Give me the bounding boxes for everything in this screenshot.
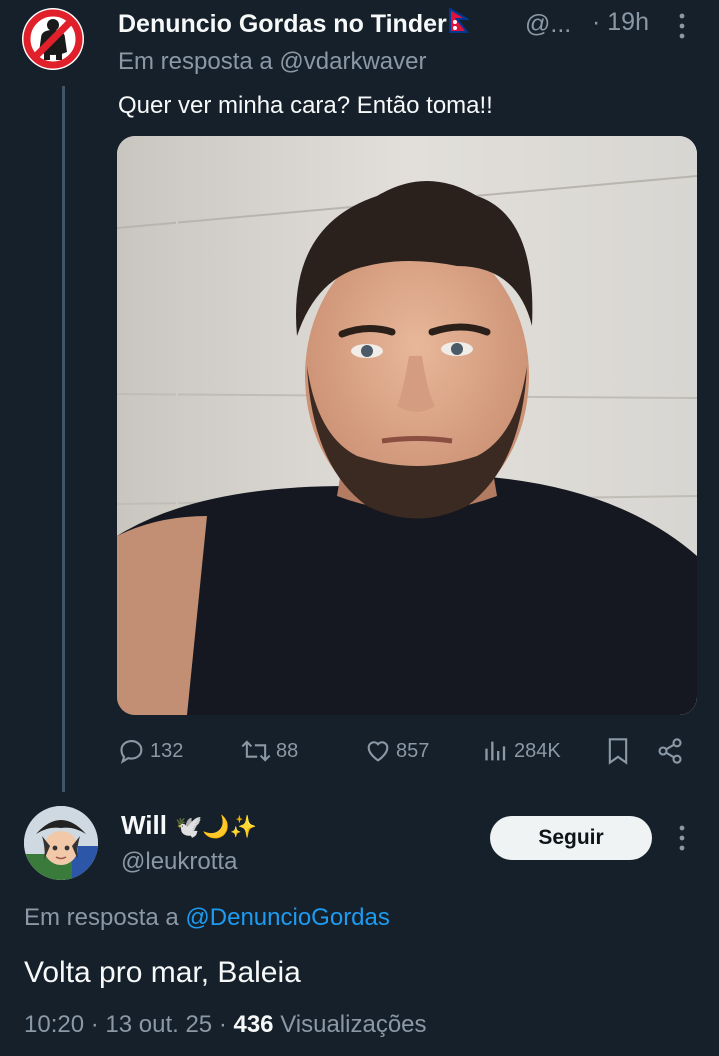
avatar[interactable] xyxy=(24,806,98,880)
name-emojis: 🕊️🌙✨ xyxy=(174,814,258,839)
views-count: 436 xyxy=(233,1011,274,1038)
retweet-button[interactable]: 88 xyxy=(240,737,298,765)
tweet-date[interactable]: 13 out. 25 xyxy=(105,1011,212,1038)
reply-icon xyxy=(120,740,143,764)
bookmark-icon xyxy=(608,738,628,765)
user-handle[interactable]: @leukrotta xyxy=(121,848,237,876)
reply-to-handle[interactable]: @vdarkwaver xyxy=(279,48,426,75)
timestamp[interactable]: · 19h xyxy=(592,8,649,37)
selfie-photo xyxy=(117,136,697,715)
tweet-time[interactable]: 10:20 xyxy=(24,1011,84,1038)
tweet-photo[interactable] xyxy=(117,136,697,715)
tweet-text: Volta pro mar, Baleia xyxy=(24,956,301,989)
more-options-icon[interactable] xyxy=(674,824,690,852)
thread-line xyxy=(62,86,65,792)
bookmark-button[interactable] xyxy=(606,737,630,765)
reply-context: Em resposta a @vdarkwaver xyxy=(118,48,427,75)
share-button[interactable] xyxy=(656,737,684,765)
anime-avatar xyxy=(24,806,98,880)
user-handle[interactable]: @... xyxy=(525,10,571,39)
views-button[interactable]: 284K xyxy=(484,737,561,765)
share-icon xyxy=(658,738,682,764)
reply-button[interactable]: 132 xyxy=(118,737,183,765)
prohibition-icon xyxy=(22,8,84,70)
tweet-metadata: 10:20 · 13 out. 25 · 436 Visualizações xyxy=(24,1011,427,1038)
reply-context: Em resposta a @DenuncioGordas xyxy=(24,904,390,931)
reply-to-handle[interactable]: @DenuncioGordas xyxy=(185,904,389,931)
display-name[interactable]: Denuncio Gordas no Tinder xyxy=(118,8,469,39)
follow-button[interactable]: Seguir xyxy=(490,816,652,860)
views-icon xyxy=(485,741,506,761)
avatar[interactable] xyxy=(22,8,84,86)
views-label: Visualizações xyxy=(280,1011,427,1038)
tweet-text: Quer ver minha cara? Então toma!! xyxy=(118,92,493,119)
nepal-flag-icon xyxy=(448,8,469,33)
heart-icon xyxy=(367,741,389,762)
more-options-icon[interactable] xyxy=(674,12,690,40)
retweet-icon xyxy=(241,740,271,762)
display-name[interactable]: Will 🕊️🌙✨ xyxy=(121,810,257,841)
like-button[interactable]: 857 xyxy=(364,737,429,765)
